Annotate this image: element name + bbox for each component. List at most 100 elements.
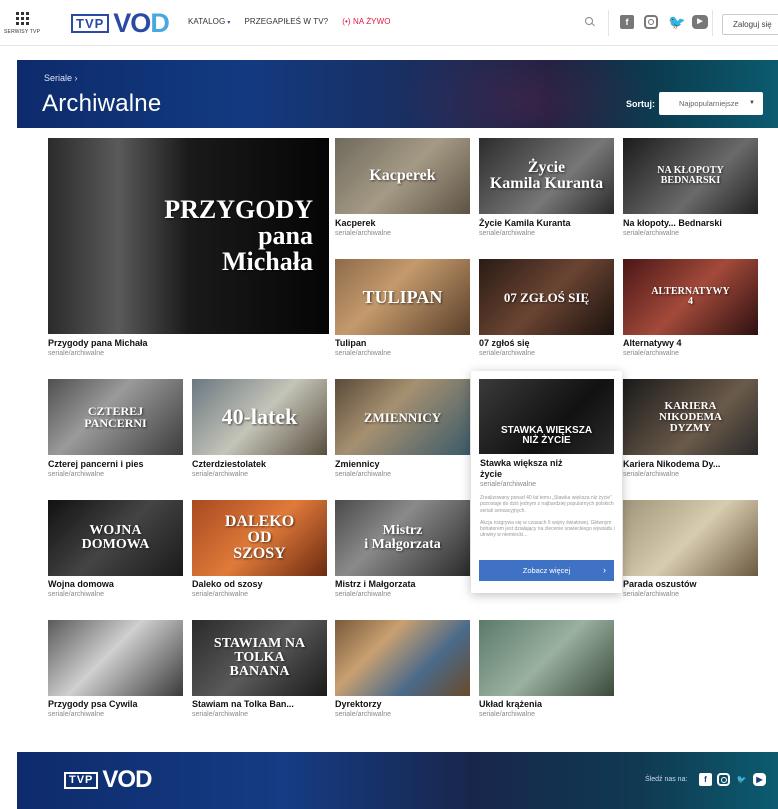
series-title[interactable]: Zmiennicy [335, 459, 380, 469]
series-title[interactable]: Kariera Nikodema Dy... [623, 459, 720, 469]
series-tile[interactable]: NA KŁOPOTY BEDNARSKI Na kłopoty... Bednar… [623, 138, 758, 242]
series-thumbnail[interactable]: KARIERA NIKODEMA DYZMY [623, 379, 758, 455]
series-title[interactable]: Parada oszustów [623, 579, 697, 589]
series-thumbnail[interactable]: DALEKO OD SZOSY [192, 500, 327, 576]
series-thumbnail[interactable]: ALTERNATYWY 4 [623, 259, 758, 335]
series-title[interactable]: Stawiam na Tolka Ban... [192, 699, 294, 709]
thumbnail-title-art: DALEKO OD SZOSY [224, 513, 295, 562]
series-title[interactable]: Na kłopoty... Bednarski [623, 218, 722, 228]
series-thumbnail[interactable]: NA KŁOPOTY BEDNARSKI [623, 138, 758, 214]
series-thumbnail[interactable] [479, 620, 614, 696]
series-thumbnail[interactable] [623, 500, 758, 576]
series-title[interactable]: Życie Kamila Kuranta [479, 218, 571, 228]
tvp-vod-logo[interactable]: TVP VOD [71, 10, 170, 37]
series-thumbnail[interactable]: CZTEREJ PANCERNI [48, 379, 183, 455]
vod-logo-text: VOD [102, 766, 152, 793]
twitter-icon[interactable]: 🐦 [735, 773, 748, 786]
thumbnail-title-art: 07 ZGŁOŚ SIĘ [503, 289, 590, 305]
series-title[interactable]: Czterej pancerni i pies [48, 459, 144, 469]
services-menu[interactable]: SERWISY TVP [4, 12, 40, 35]
series-tile[interactable]: Kacperek Kacperek seriale/archiwalne [335, 138, 470, 242]
series-thumbnail[interactable]: Życie Kamila Kuranta [479, 138, 614, 214]
series-thumbnail[interactable] [335, 620, 470, 696]
sort-label: Sortuj: [626, 99, 655, 109]
series-tile[interactable]: Mistrz i Małgorzata Mistrz i Małgorzata se… [335, 500, 470, 603]
series-category: seriale/archiwalne [479, 711, 536, 718]
series-category: seriale/archiwalne [48, 711, 105, 718]
chevron-down-icon: ▼ [749, 100, 755, 106]
series-thumbnail[interactable]: STAWIAM NA TOLKA BANANA [192, 620, 327, 696]
instagram-icon[interactable] [644, 15, 658, 29]
series-tile[interactable]: Przygody psa Cywila seriale/archiwalne [48, 620, 183, 723]
series-tile[interactable]: DALEKO OD SZOSY Daleko od szosy seriale/ar… [192, 500, 327, 603]
main-nav-links: KATALOG ▾ PRZEGAPIŁEŚ W TV? (•) NA ŻYWO [188, 17, 391, 26]
hover-card-title-line2[interactable]: życie [480, 469, 502, 479]
series-title[interactable]: Wojna domowa [48, 579, 114, 589]
series-category: seriale/archiwalne [623, 350, 680, 357]
series-tile[interactable]: PRZYGODY pana Michała Przygody pana Micha… [48, 138, 329, 362]
series-tile[interactable]: 07 ZGŁOŚ SIĘ 07 zgłoś się seriale/archiwal… [479, 259, 614, 362]
thumbnail-title-art: STAWIAM NA TOLKA BANANA [213, 636, 306, 679]
series-title[interactable]: Układ krążenia [479, 699, 542, 709]
series-tile[interactable]: KARIERA NIKODEMA DYZMY Kariera Nikodema D… [623, 379, 758, 483]
series-title[interactable]: Czterdziestolatek [192, 459, 266, 469]
hover-card-title[interactable]: Stawka większa niż [480, 458, 563, 468]
series-title[interactable]: Dyrektorzy [335, 699, 382, 709]
see-more-button[interactable]: Zobacz więcej › [479, 560, 614, 581]
nav-link-na-zywo[interactable]: (•) NA ŻYWO [342, 17, 390, 26]
series-thumbnail[interactable]: WOJNA DOMOWA [48, 500, 183, 576]
series-title[interactable]: Daleko od szosy [192, 579, 263, 589]
divider [608, 10, 609, 36]
series-title[interactable]: 07 zgłoś się [479, 338, 530, 348]
series-category: seriale/archiwalne [192, 591, 249, 598]
series-tile[interactable]: TULIPAN Tulipan seriale/archiwalne [335, 259, 470, 362]
series-thumbnail[interactable]: ZMIENNICY [335, 379, 470, 455]
instagram-icon[interactable] [717, 773, 730, 786]
hover-card-thumbnail[interactable]: STAWKA WIĘKSZA NIŻ ŻYCIE [479, 379, 614, 454]
hover-card[interactable]: STAWKA WIĘKSZA NIŻ ŻYCIE Stawka większa … [471, 371, 622, 593]
series-title[interactable]: Tulipan [335, 338, 366, 348]
series-category: seriale/archiwalne [335, 591, 392, 598]
youtube-icon[interactable]: ▶ [692, 15, 708, 29]
footer-logo[interactable]: TVP VOD [64, 766, 152, 793]
series-tile[interactable]: Życie Kamila Kuranta Życie Kamila Kuranta… [479, 138, 614, 242]
hover-card-category: seriale/archiwalne [480, 481, 537, 488]
login-button[interactable]: Zaloguj się [722, 14, 778, 35]
series-title[interactable]: Alternatywy 4 [623, 338, 682, 348]
series-tile[interactable]: Dyrektorzy seriale/archiwalne [335, 620, 470, 723]
series-title[interactable]: Kacperek [335, 218, 376, 228]
youtube-icon[interactable]: ▶ [753, 773, 766, 786]
series-title[interactable]: Przygody psa Cywila [48, 699, 138, 709]
series-thumbnail[interactable] [48, 620, 183, 696]
series-tile[interactable]: CZTEREJ PANCERNI Czterej pancerni i pies s… [48, 379, 183, 483]
series-category: seriale/archiwalne [335, 350, 392, 357]
thumbnail-title-art: CZTEREJ PANCERNI [84, 404, 147, 430]
search-icon[interactable] [585, 17, 595, 27]
nav-link-katalog[interactable]: KATALOG ▾ [188, 17, 230, 26]
series-tile[interactable]: STAWIAM NA TOLKA BANANA Stawiam na Tolka … [192, 620, 327, 723]
breadcrumb[interactable]: Seriale › [44, 73, 78, 83]
series-thumbnail[interactable]: 07 ZGŁOŚ SIĘ [479, 259, 614, 335]
series-thumbnail[interactable]: Kacperek [335, 138, 470, 214]
series-tile[interactable]: ALTERNATYWY 4 Alternatywy 4 seriale/archiw… [623, 259, 758, 362]
series-thumbnail[interactable]: PRZYGODY pana Michała [48, 138, 329, 334]
series-thumbnail[interactable]: Mistrz i Małgorzata [335, 500, 470, 576]
chevron-right-icon: › [603, 565, 606, 575]
series-thumbnail[interactable]: 40-latek [192, 379, 327, 455]
series-tile[interactable]: 40-latek Czterdziestolatek seriale/archiwa… [192, 379, 327, 483]
series-category: seriale/archiwalne [192, 711, 249, 718]
series-tile[interactable]: WOJNA DOMOWA Wojna domowa seriale/archiwal… [48, 500, 183, 603]
nav-link-przegapiles[interactable]: PRZEGAPIŁEŚ W TV? [244, 17, 328, 26]
twitter-icon[interactable]: 🐦 [668, 15, 685, 29]
series-title[interactable]: Przygody pana Michała [48, 338, 148, 348]
facebook-icon[interactable]: f [620, 15, 634, 29]
series-tile[interactable]: Parada oszustów seriale/archiwalne [623, 500, 758, 603]
series-title[interactable]: Mistrz i Małgorzata [335, 579, 416, 589]
series-category: seriale/archiwalne [48, 350, 105, 357]
series-tile[interactable]: Układ krążenia seriale/archiwalne [479, 620, 614, 723]
facebook-icon[interactable]: f [699, 773, 712, 786]
series-tile[interactable]: ZMIENNICY Zmiennicy seriale/archiwalne [335, 379, 470, 483]
series-thumbnail[interactable]: TULIPAN [335, 259, 470, 335]
sort-select[interactable]: Najpopularniejsze ▼ [659, 92, 763, 115]
footer: TVP VOD Śledź nas na: f 🐦 ▶ [17, 752, 778, 809]
